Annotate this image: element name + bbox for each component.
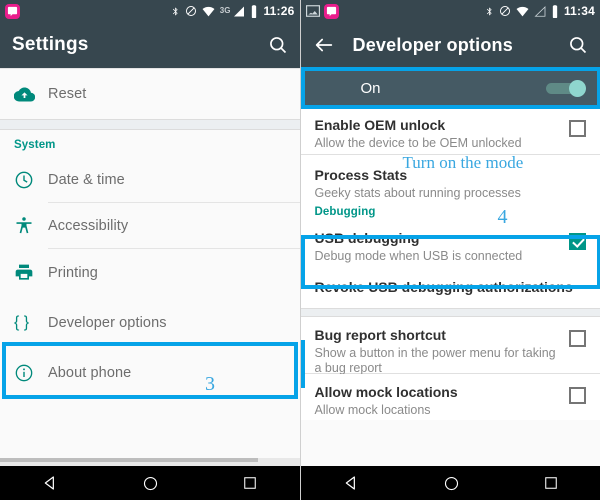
status-bar-system-icons: 11:34 — [485, 4, 595, 18]
home-icon[interactable] — [143, 476, 158, 491]
sidebar-item-developer-options[interactable]: { } Developer options — [0, 297, 300, 349]
list-item-title: Enable OEM unlock — [314, 117, 446, 133]
search-icon[interactable] — [268, 35, 288, 55]
checkbox-usb-debugging[interactable] — [569, 233, 586, 250]
home-icon[interactable] — [444, 476, 459, 491]
sidebar-item-date-time[interactable]: Date & time — [0, 157, 300, 202]
do-not-disturb-icon — [499, 6, 510, 16]
battery-icon — [252, 4, 257, 18]
info-icon — [14, 363, 48, 383]
list-item-title: Allow mock locations — [314, 384, 458, 400]
sidebar-item-accessibility[interactable]: Accessibility — [0, 203, 300, 248]
right-status-bar: 11:34 — [300, 0, 600, 22]
sidebar-item-label: Printing — [48, 265, 98, 281]
checkbox-allow-mock-locations[interactable] — [569, 387, 586, 404]
status-bar-notifications — [305, 3, 339, 19]
checkbox-bug-report-shortcut[interactable] — [569, 330, 586, 347]
section-separator — [300, 308, 600, 317]
section-header-system: System — [0, 130, 300, 157]
list-item-subtitle: Geeky stats about running processes — [314, 186, 521, 200]
list-item-subtitle: Allow mock locations — [314, 403, 431, 417]
list-item-text: USB debugging Debug mode when USB is con… — [315, 230, 570, 264]
sidebar-item-label: Developer options — [48, 315, 167, 331]
battery-icon — [552, 4, 558, 18]
do-not-disturb-icon — [185, 6, 196, 16]
accessibility-icon — [14, 216, 48, 236]
search-icon[interactable] — [568, 35, 588, 55]
network-type-label: 3G — [219, 6, 231, 15]
sidebar-item-label: About phone — [48, 365, 132, 381]
cellular-signal-icon — [234, 6, 245, 16]
chat-app-icon — [5, 3, 20, 19]
bluetooth-icon — [172, 7, 178, 15]
list-item-subtitle: Allow the device to be OEM unlocked — [314, 136, 522, 150]
right-phone-screen: 11:34 Developer options On Enable OEM un… — [300, 0, 600, 500]
page-title: Developer options — [352, 34, 513, 55]
scroll-indicator-thumb[interactable] — [0, 458, 258, 462]
scroll-indicator-track[interactable] — [0, 458, 300, 466]
wifi-icon — [202, 6, 215, 16]
right-app-bar: Developer options — [300, 22, 600, 68]
left-phone-screen: 3G 11:26 Settings Reset System Date & ti… — [0, 0, 301, 500]
list-item-text: Revoke USB debugging authorizations — [315, 279, 587, 297]
master-switch-label: On — [360, 79, 381, 97]
right-navigation-bar[interactable] — [300, 466, 600, 500]
left-navigation-bar[interactable] — [0, 466, 300, 500]
back-icon[interactable] — [42, 475, 58, 491]
cloud-upload-icon — [14, 84, 48, 105]
sidebar-item-label: Date & time — [48, 171, 125, 188]
sidebar-item-about-phone[interactable]: About phone — [0, 349, 300, 397]
list-item-text: Bug report shortcut Show a button in the… — [315, 327, 570, 376]
recents-icon[interactable] — [243, 476, 257, 490]
recents-icon[interactable] — [544, 476, 558, 490]
back-icon[interactable] — [343, 475, 359, 491]
sidebar-item-reset[interactable]: Reset — [0, 69, 300, 119]
developer-options-list[interactable]: On Enable OEM unlock Allow the device to… — [300, 67, 600, 466]
master-toggle-switch[interactable] — [546, 80, 586, 97]
left-status-bar: 3G 11:26 — [0, 0, 300, 22]
list-item-title: USB debugging — [314, 230, 420, 246]
dual-screenshot-comparison: 3G 11:26 Settings Reset System Date & ti… — [0, 0, 600, 500]
list-item-title: Process Stats — [314, 167, 408, 183]
list-item-allow-mock-locations[interactable]: Allow mock locations Allow mock location… — [300, 374, 600, 420]
sidebar-item-label: Reset — [48, 86, 87, 102]
back-arrow-icon[interactable] — [313, 34, 335, 56]
sidebar-item-label: Accessibility — [48, 217, 129, 234]
list-item-revoke-usb-debugging[interactable]: Revoke USB debugging authorizations — [300, 268, 600, 308]
sidebar-item-printing[interactable]: Printing — [0, 249, 300, 297]
status-bar-clock: 11:34 — [563, 4, 595, 18]
list-item-subtitle: Debug mode when USB is connected — [314, 249, 523, 263]
section-separator — [0, 119, 300, 130]
page-title: Settings — [12, 34, 89, 55]
list-item-text: Process Stats Geeky stats about running … — [315, 167, 587, 201]
list-item-usb-debugging[interactable]: USB debugging Debug mode when USB is con… — [300, 220, 600, 268]
status-bar-clock: 11:26 — [263, 4, 295, 18]
list-item-text: Allow mock locations Allow mock location… — [315, 384, 570, 418]
switch-knob — [569, 80, 586, 97]
clock-icon — [14, 170, 48, 190]
list-item-text: Enable OEM unlock Allow the device to be… — [315, 117, 570, 151]
list-item-title: Bug report shortcut — [314, 327, 446, 343]
wifi-icon — [516, 6, 529, 16]
cellular-signal-icon — [534, 5, 546, 17]
scroll-edge-indicator — [300, 340, 305, 388]
left-app-bar: Settings — [0, 22, 300, 68]
list-item-enable-oem-unlock[interactable]: Enable OEM unlock Allow the device to be… — [300, 108, 600, 154]
list-item-title: Revoke USB debugging authorizations — [314, 279, 573, 295]
left-settings-list[interactable]: Reset System Date & time Accessibility P… — [0, 68, 300, 466]
list-item-subtitle: Show a button in the power menu for taki… — [314, 346, 556, 375]
status-bar-notifications — [5, 3, 20, 19]
screenshot-icon — [305, 5, 320, 17]
list-item-process-stats[interactable]: Process Stats Geeky stats about running … — [300, 155, 600, 201]
braces-icon: { } — [14, 314, 30, 331]
bluetooth-icon — [486, 7, 492, 15]
section-header-debugging: Debugging — [300, 201, 600, 220]
chat-app-icon — [323, 3, 339, 19]
checkbox-enable-oem-unlock[interactable] — [569, 120, 586, 137]
printer-icon — [14, 263, 48, 283]
list-item-bug-report-shortcut[interactable]: Bug report shortcut Show a button in the… — [300, 317, 600, 376]
status-bar-system-icons: 3G 11:26 — [171, 4, 295, 18]
developer-options-master-row[interactable]: On — [300, 68, 600, 108]
